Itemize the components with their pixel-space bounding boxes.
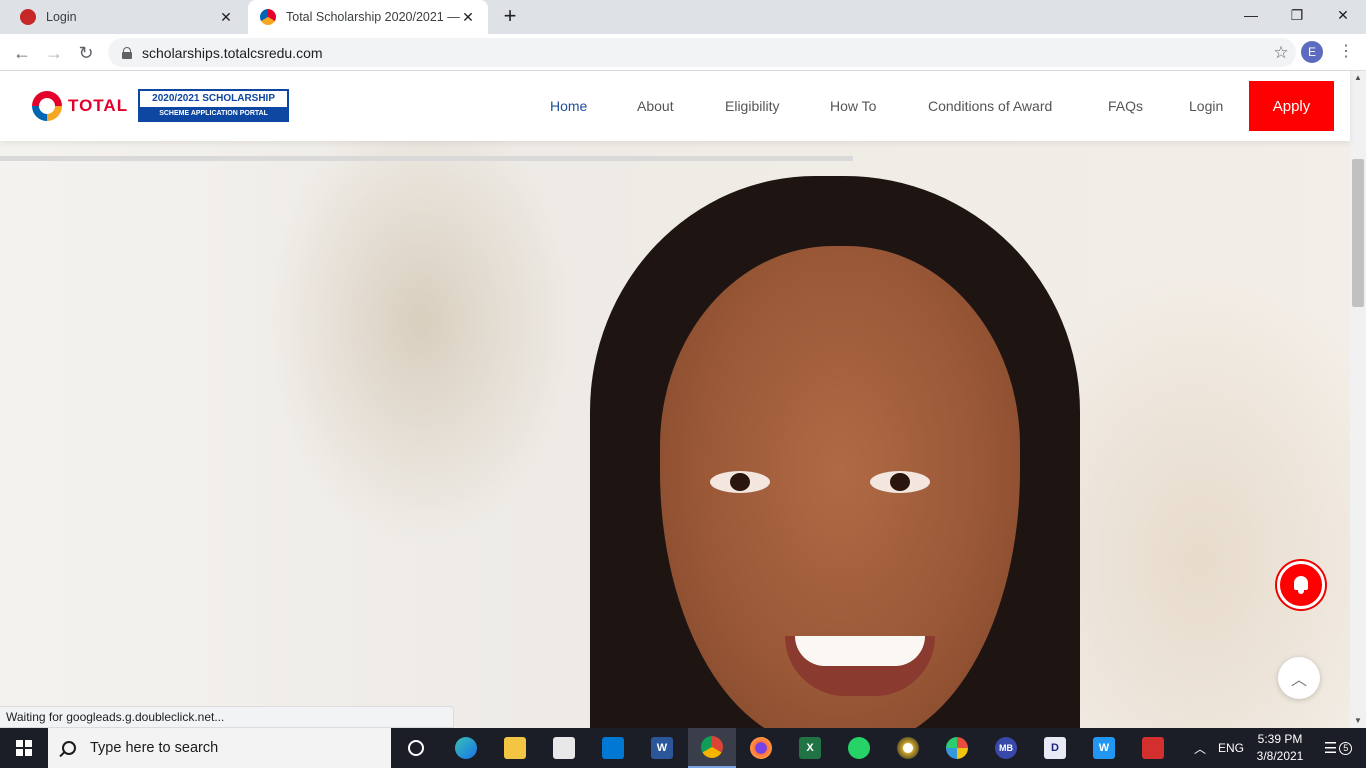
wps-icon: W [1093, 737, 1115, 759]
paint-palette-icon [946, 737, 968, 759]
cortana-icon [408, 740, 424, 756]
restore-button[interactable]: ❐ [1274, 0, 1320, 30]
news-icon [1142, 737, 1164, 759]
folder-icon [504, 737, 526, 759]
chrome-icon [701, 736, 723, 758]
chevron-up-icon: ︿ [1290, 672, 1307, 689]
back-arrow-icon[interactable]: ← [8, 39, 36, 67]
taskbar-mb-app[interactable]: MB [982, 728, 1030, 768]
hero-portrait-image [590, 176, 1080, 728]
excel-icon: X [799, 737, 821, 759]
taskbar-search-box[interactable]: Type here to search [48, 728, 391, 768]
nav-eligibility[interactable]: Eligibility [725, 98, 779, 114]
site-header: TOTAL 2020/2021 SCHOLARSHIP SCHEME APPLI… [0, 71, 1350, 141]
bell-icon [1292, 576, 1310, 594]
tab-title: Login [46, 10, 77, 24]
taskbar-chrome[interactable] [688, 728, 736, 768]
browser-tab-strip: Login ✕ Total Scholarship 2020/2021 — N … [0, 0, 1366, 34]
notification-icon: ☰ [1323, 740, 1338, 757]
taskbar-firefox[interactable] [737, 728, 785, 768]
minimize-button[interactable]: — [1228, 0, 1274, 30]
browser-menu-icon[interactable]: ⋮ [1336, 41, 1356, 65]
edge-icon [455, 737, 477, 759]
nav-how-to[interactable]: How To [830, 98, 876, 114]
page-scrollbar[interactable]: ▲ ▼ [1350, 71, 1366, 728]
page-load-progress-bar [0, 156, 853, 161]
hero-banner [0, 141, 1350, 728]
input-language[interactable]: ENG [1214, 728, 1248, 768]
scrollbar-thumb[interactable] [1352, 159, 1364, 307]
profile-avatar[interactable]: E [1301, 41, 1323, 63]
taskbar-reader[interactable]: D [1031, 728, 1079, 768]
taskbar-news[interactable] [1129, 728, 1177, 768]
notification-bell-button[interactable] [1277, 561, 1325, 609]
windows-taskbar: Type here to search W X MB D W ︿ ENG 5:3… [0, 728, 1366, 768]
portrait-face [660, 246, 1020, 728]
firefox-icon [750, 737, 772, 759]
url-text: scholarships.totalcsredu.com [142, 44, 323, 61]
scroll-down-arrow-icon[interactable]: ▼ [1350, 714, 1366, 728]
new-tab-button[interactable]: + [498, 5, 522, 29]
nav-faqs[interactable]: FAQs [1108, 98, 1143, 114]
taskbar-cortana[interactable] [392, 728, 440, 768]
taskbar-word[interactable]: W [638, 728, 686, 768]
taskbar-store[interactable] [540, 728, 588, 768]
mb-icon: MB [995, 737, 1017, 759]
forward-arrow-icon[interactable]: → [40, 39, 68, 67]
scroll-to-top-button[interactable]: ︿ [1278, 657, 1320, 699]
taskbar-excel[interactable]: X [786, 728, 834, 768]
taskbar-whatsapp[interactable] [835, 728, 883, 768]
nav-about[interactable]: About [637, 98, 674, 114]
taskbar-coat-of-arms-app[interactable] [884, 728, 932, 768]
mail-icon [602, 737, 624, 759]
search-icon [62, 741, 76, 755]
word-icon: W [651, 737, 673, 759]
taskbar-paint[interactable] [933, 728, 981, 768]
taskbar-mail[interactable] [589, 728, 637, 768]
nav-home[interactable]: Home [550, 98, 587, 114]
tab-close-icon[interactable]: ✕ [218, 9, 234, 25]
close-window-button[interactable]: ✕ [1320, 0, 1366, 30]
total-favicon-icon [260, 9, 276, 25]
portrait-smile [785, 636, 935, 696]
apply-button[interactable]: Apply [1249, 81, 1334, 131]
main-nav: Home About Eligibility How To Conditions… [0, 71, 1350, 141]
store-icon [553, 737, 575, 759]
bookmark-star-icon[interactable]: ☆ [1266, 40, 1296, 66]
tab-close-icon[interactable]: ✕ [460, 9, 476, 25]
lock-icon [122, 46, 132, 59]
nav-conditions-of-award[interactable]: Conditions of Award [928, 98, 1052, 114]
notification-count-badge: 5 [1339, 741, 1353, 755]
nav-login[interactable]: Login [1189, 98, 1223, 114]
coat-of-arms-icon [897, 737, 919, 759]
taskbar-edge[interactable] [442, 728, 490, 768]
browser-toolbar: ← → ↻ scholarships.totalcsredu.com ☆ E ⋮ [0, 34, 1366, 71]
tray-chevron-up-icon[interactable]: ︿ [1188, 728, 1212, 768]
whatsapp-icon [848, 737, 870, 759]
tab-total-scholarship[interactable]: Total Scholarship 2020/2021 — N ✕ [248, 0, 488, 34]
search-placeholder: Type here to search [90, 740, 219, 756]
taskbar-wps[interactable]: W [1080, 728, 1128, 768]
login-favicon-icon [20, 9, 36, 25]
portrait-left-eye [710, 471, 770, 493]
reader-icon: D [1044, 737, 1066, 759]
clock-date: 3/8/2021 [1256, 749, 1304, 763]
tab-title: Total Scholarship 2020/2021 — N [286, 10, 460, 24]
taskbar-file-explorer[interactable] [491, 728, 539, 768]
start-button[interactable] [0, 728, 48, 768]
address-bar[interactable]: scholarships.totalcsredu.com ☆ [108, 38, 1296, 67]
action-center-button[interactable]: ☰ 5 [1318, 728, 1358, 768]
reload-icon[interactable]: ↻ [72, 39, 100, 67]
taskbar-clock[interactable]: 5:39 PM 3/8/2021 [1252, 731, 1308, 765]
windows-logo-icon [16, 740, 32, 756]
tab-login[interactable]: Login ✕ [8, 0, 246, 34]
browser-status-text: Waiting for googleads.g.doubleclick.net.… [0, 706, 454, 728]
clock-time: 5:39 PM [1257, 732, 1303, 746]
scroll-up-arrow-icon[interactable]: ▲ [1350, 71, 1366, 85]
portrait-right-eye [870, 471, 930, 493]
